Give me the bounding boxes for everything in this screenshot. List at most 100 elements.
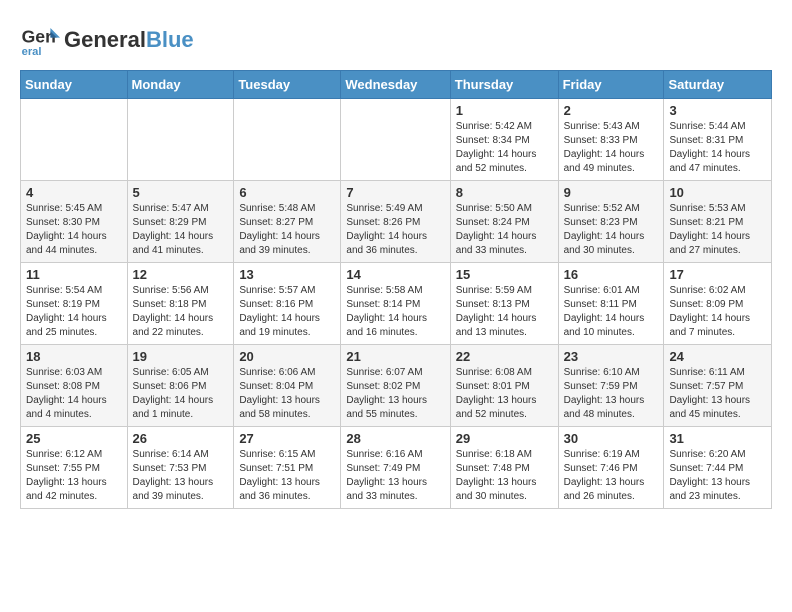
day-info: Sunrise: 5:43 AM Sunset: 8:33 PM Dayligh… xyxy=(564,120,659,176)
day-info: Sunrise: 5:44 AM Sunset: 8:31 PM Dayligh… xyxy=(669,120,766,176)
weekday-header-thursday: Thursday xyxy=(450,71,558,99)
day-info: Sunrise: 5:49 AM Sunset: 8:26 PM Dayligh… xyxy=(346,202,444,258)
day-number: 8 xyxy=(456,185,553,200)
day-number: 20 xyxy=(239,349,335,364)
calendar-day-22: 22 Sunrise: 6:08 AM Sunset: 8:01 PM Dayli… xyxy=(450,345,558,427)
day-info: Sunrise: 5:59 AM Sunset: 8:13 PM Dayligh… xyxy=(456,284,553,340)
calendar-week-row: 18Sunrise: 6:03 AM Sunset: 8:08 PM Dayli… xyxy=(21,345,772,427)
weekday-header-sunday: Sunday xyxy=(21,71,128,99)
day-info: Sunrise: 6:12 AM Sunset: 7:55 PM Dayligh… xyxy=(26,448,122,504)
calendar-day-30: 30 Sunrise: 6:19 AM Sunset: 7:46 PM Dayli… xyxy=(558,427,664,509)
calendar-day-4: 4 Sunrise: 5:45 AM Sunset: 8:30 PM Daylig… xyxy=(21,181,128,263)
day-number: 1 xyxy=(456,103,553,118)
day-number: 28 xyxy=(346,431,444,446)
day-info: Sunrise: 6:16 AM Sunset: 7:49 PM Dayligh… xyxy=(346,448,444,504)
day-info: Sunrise: 5:56 AM Sunset: 8:18 PM Dayligh… xyxy=(133,284,229,340)
calendar-day-1: 1 Sunrise: 5:42 AM Sunset: 8:34 PM Daylig… xyxy=(450,99,558,181)
day-info: Sunrise: 6:05 AM Sunset: 8:06 PM Dayligh… xyxy=(133,366,229,422)
day-number: 15 xyxy=(456,267,553,282)
calendar-empty-cell xyxy=(21,99,128,181)
day-number: 30 xyxy=(564,431,659,446)
calendar-day-17: 17 Sunrise: 6:02 AM Sunset: 8:09 PM Dayli… xyxy=(664,263,772,345)
day-info: Sunrise: 5:48 AM Sunset: 8:27 PM Dayligh… xyxy=(239,202,335,258)
weekday-header-monday: Monday xyxy=(127,71,234,99)
day-info: Sunrise: 6:08 AM Sunset: 8:01 PM Dayligh… xyxy=(456,366,553,422)
day-number: 16 xyxy=(564,267,659,282)
calendar-week-row: 4 Sunrise: 5:45 AM Sunset: 8:30 PM Daylig… xyxy=(21,181,772,263)
day-info: Sunrise: 6:18 AM Sunset: 7:48 PM Dayligh… xyxy=(456,448,553,504)
day-number: 10 xyxy=(669,185,766,200)
day-info: Sunrise: 6:06 AM Sunset: 8:04 PM Dayligh… xyxy=(239,366,335,422)
day-number: 22 xyxy=(456,349,553,364)
calendar-day-18: 18Sunrise: 6:03 AM Sunset: 8:08 PM Dayli… xyxy=(21,345,128,427)
calendar-week-row: 11 Sunrise: 5:54 AM Sunset: 8:19 PM Dayli… xyxy=(21,263,772,345)
day-info: Sunrise: 6:10 AM Sunset: 7:59 PM Dayligh… xyxy=(564,366,659,422)
calendar-day-15: 15 Sunrise: 5:59 AM Sunset: 8:13 PM Dayli… xyxy=(450,263,558,345)
calendar-day-8: 8 Sunrise: 5:50 AM Sunset: 8:24 PM Daylig… xyxy=(450,181,558,263)
weekday-header-row: SundayMondayTuesdayWednesdayThursdayFrid… xyxy=(21,71,772,99)
calendar-day-10: 10 Sunrise: 5:53 AM Sunset: 8:21 PM Dayli… xyxy=(664,181,772,263)
calendar-empty-cell xyxy=(234,99,341,181)
calendar-day-21: 21Sunrise: 6:07 AM Sunset: 8:02 PM Dayli… xyxy=(341,345,450,427)
calendar-day-19: 19 Sunrise: 6:05 AM Sunset: 8:06 PM Dayli… xyxy=(127,345,234,427)
day-info: Sunrise: 6:19 AM Sunset: 7:46 PM Dayligh… xyxy=(564,448,659,504)
day-info: Sunrise: 6:01 AM Sunset: 8:11 PM Dayligh… xyxy=(564,284,659,340)
day-number: 9 xyxy=(564,185,659,200)
calendar-day-25: 25 Sunrise: 6:12 AM Sunset: 7:55 PM Dayli… xyxy=(21,427,128,509)
calendar-day-2: 2 Sunrise: 5:43 AM Sunset: 8:33 PM Daylig… xyxy=(558,99,664,181)
day-info: Sunrise: 5:50 AM Sunset: 8:24 PM Dayligh… xyxy=(456,202,553,258)
day-number: 12 xyxy=(133,267,229,282)
calendar-day-31: 31 Sunrise: 6:20 AM Sunset: 7:44 PM Dayli… xyxy=(664,427,772,509)
day-info: Sunrise: 5:45 AM Sunset: 8:30 PM Dayligh… xyxy=(26,202,122,258)
day-info: Sunrise: 6:11 AM Sunset: 7:57 PM Dayligh… xyxy=(669,366,766,422)
day-number: 4 xyxy=(26,185,122,200)
svg-text:eral: eral xyxy=(22,46,42,58)
calendar-day-14: 14Sunrise: 5:58 AM Sunset: 8:14 PM Dayli… xyxy=(341,263,450,345)
logo-text: GeneralBlue xyxy=(64,28,194,52)
day-number: 3 xyxy=(669,103,766,118)
day-number: 29 xyxy=(456,431,553,446)
day-info: Sunrise: 5:42 AM Sunset: 8:34 PM Dayligh… xyxy=(456,120,553,176)
weekday-header-friday: Friday xyxy=(558,71,664,99)
day-number: 6 xyxy=(239,185,335,200)
calendar-day-5: 5 Sunrise: 5:47 AM Sunset: 8:29 PM Daylig… xyxy=(127,181,234,263)
calendar-day-16: 16 Sunrise: 6:01 AM Sunset: 8:11 PM Dayli… xyxy=(558,263,664,345)
logo-icon: Gen eral xyxy=(20,20,60,60)
weekday-header-wednesday: Wednesday xyxy=(341,71,450,99)
day-number: 17 xyxy=(669,267,766,282)
day-number: 26 xyxy=(133,431,229,446)
day-number: 7 xyxy=(346,185,444,200)
calendar-day-7: 7 Sunrise: 5:49 AM Sunset: 8:26 PM Daylig… xyxy=(341,181,450,263)
day-number: 24 xyxy=(669,349,766,364)
day-info: Sunrise: 5:58 AM Sunset: 8:14 PM Dayligh… xyxy=(346,284,444,340)
calendar-day-6: 6 Sunrise: 5:48 AM Sunset: 8:27 PM Daylig… xyxy=(234,181,341,263)
calendar-table: SundayMondayTuesdayWednesdayThursdayFrid… xyxy=(20,70,772,509)
day-info: Sunrise: 6:03 AM Sunset: 8:08 PM Dayligh… xyxy=(26,366,122,422)
page-header: Gen eral GeneralBlue xyxy=(20,20,772,60)
day-number: 23 xyxy=(564,349,659,364)
day-number: 27 xyxy=(239,431,335,446)
day-number: 5 xyxy=(133,185,229,200)
day-number: 31 xyxy=(669,431,766,446)
day-info: Sunrise: 5:53 AM Sunset: 8:21 PM Dayligh… xyxy=(669,202,766,258)
day-number: 25 xyxy=(26,431,122,446)
day-info: Sunrise: 5:54 AM Sunset: 8:19 PM Dayligh… xyxy=(26,284,122,340)
calendar-day-27: 27Sunrise: 6:15 AM Sunset: 7:51 PM Dayli… xyxy=(234,427,341,509)
calendar-day-26: 26 Sunrise: 6:14 AM Sunset: 7:53 PM Dayli… xyxy=(127,427,234,509)
day-number: 19 xyxy=(133,349,229,364)
day-number: 21 xyxy=(346,349,444,364)
calendar-empty-cell xyxy=(127,99,234,181)
weekday-header-saturday: Saturday xyxy=(664,71,772,99)
day-info: Sunrise: 5:52 AM Sunset: 8:23 PM Dayligh… xyxy=(564,202,659,258)
calendar-week-row: 25 Sunrise: 6:12 AM Sunset: 7:55 PM Dayli… xyxy=(21,427,772,509)
day-info: Sunrise: 6:20 AM Sunset: 7:44 PM Dayligh… xyxy=(669,448,766,504)
day-number: 11 xyxy=(26,267,122,282)
day-info: Sunrise: 5:57 AM Sunset: 8:16 PM Dayligh… xyxy=(239,284,335,340)
calendar-day-23: 23 Sunrise: 6:10 AM Sunset: 7:59 PM Dayli… xyxy=(558,345,664,427)
calendar-day-20: 20 Sunrise: 6:06 AM Sunset: 8:04 PM Dayli… xyxy=(234,345,341,427)
day-number: 2 xyxy=(564,103,659,118)
calendar-day-24: 24 Sunrise: 6:11 AM Sunset: 7:57 PM Dayli… xyxy=(664,345,772,427)
day-info: Sunrise: 5:47 AM Sunset: 8:29 PM Dayligh… xyxy=(133,202,229,258)
day-info: Sunrise: 6:02 AM Sunset: 8:09 PM Dayligh… xyxy=(669,284,766,340)
day-info: Sunrise: 6:14 AM Sunset: 7:53 PM Dayligh… xyxy=(133,448,229,504)
